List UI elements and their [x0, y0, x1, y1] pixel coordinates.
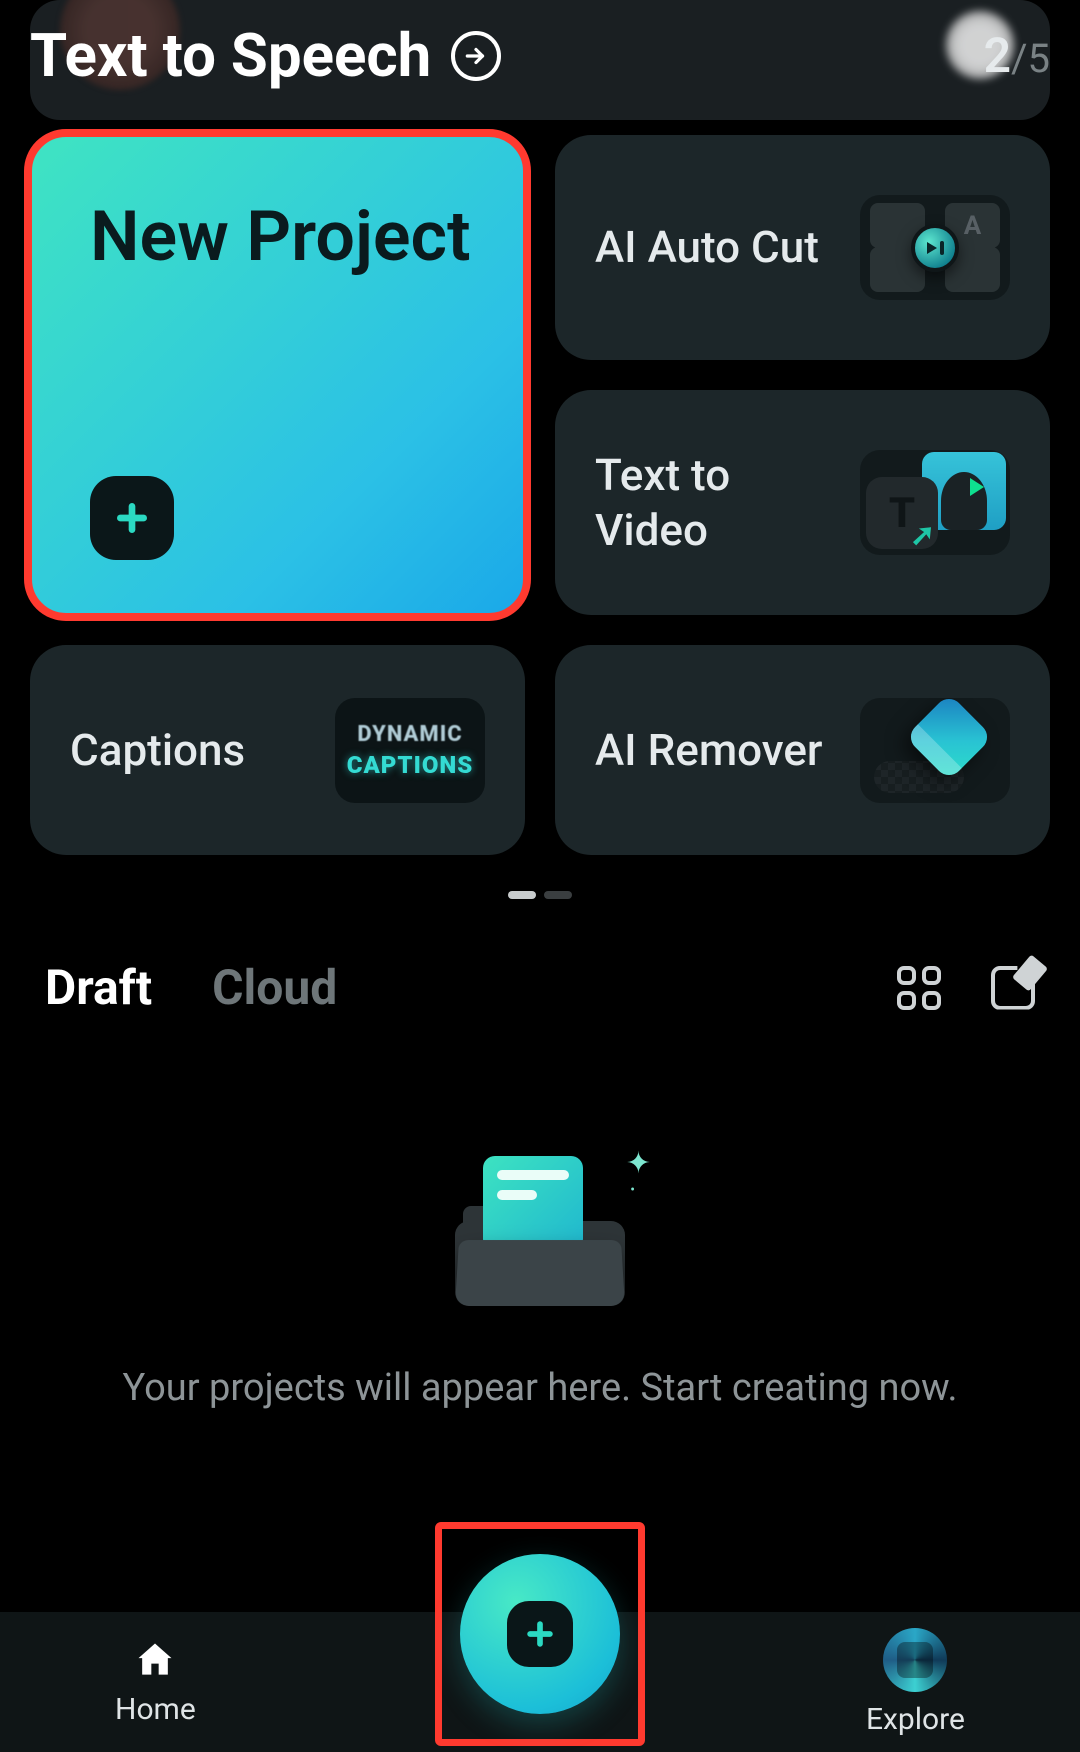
empty-state: ✦ • Your projects will appear here. Star…	[0, 1156, 1080, 1410]
page-total: 5	[1028, 35, 1050, 82]
arrow-right-circle-icon[interactable]	[451, 31, 501, 81]
new-project-label: New Project	[90, 190, 471, 285]
tools-grid: New Project AI Auto Cut A Text to Video …	[30, 135, 1050, 855]
create-fab-highlight	[435, 1522, 645, 1746]
ai-remover-icon	[860, 698, 1010, 803]
edit-icon[interactable]	[991, 966, 1035, 1010]
ai-remover-label: AI Remover	[595, 723, 822, 778]
plus-icon	[90, 476, 174, 560]
header-row: Text to Speech 2/5	[30, 20, 1050, 91]
home-icon	[131, 1638, 179, 1682]
page-current: 2	[984, 27, 1011, 84]
ai-remover-tile[interactable]: AI Remover	[555, 645, 1050, 855]
captions-label: Captions	[70, 723, 245, 778]
captions-tile[interactable]: Captions DYNAMIC CAPTIONS	[30, 645, 525, 855]
text-to-video-label: Text to Video	[595, 448, 844, 558]
carousel-dots[interactable]	[0, 891, 1080, 899]
nav-explore[interactable]: Explore	[866, 1628, 965, 1737]
header-title: Text to Speech	[30, 20, 431, 91]
create-fab[interactable]	[460, 1554, 620, 1714]
page-indicator: 2/5	[984, 27, 1050, 84]
nav-home[interactable]: Home	[115, 1638, 196, 1727]
nav-explore-label: Explore	[866, 1702, 965, 1737]
text-to-video-tile[interactable]: Text to Video T ➚	[555, 390, 1050, 615]
empty-folder-icon: ✦ •	[455, 1156, 625, 1306]
ai-auto-cut-tile[interactable]: AI Auto Cut A	[555, 135, 1050, 360]
new-project-tile[interactable]: New Project	[30, 135, 525, 615]
empty-message: Your projects will appear here. Start cr…	[83, 1366, 998, 1410]
ai-auto-cut-icon: A	[860, 195, 1010, 300]
tab-draft[interactable]: Draft	[45, 959, 152, 1016]
dot-active[interactable]	[508, 891, 536, 899]
projects-header: Draft Cloud	[45, 959, 1035, 1016]
tab-cloud[interactable]: Cloud	[212, 959, 337, 1016]
nav-home-label: Home	[115, 1692, 196, 1727]
grid-view-icon[interactable]	[897, 966, 941, 1010]
dot[interactable]	[544, 891, 572, 899]
text-to-video-icon: T ➚	[860, 450, 1010, 555]
captions-icon: DYNAMIC CAPTIONS	[335, 698, 485, 803]
ai-auto-cut-label: AI Auto Cut	[595, 220, 819, 275]
explore-icon	[883, 1628, 947, 1692]
plus-icon	[507, 1601, 573, 1667]
